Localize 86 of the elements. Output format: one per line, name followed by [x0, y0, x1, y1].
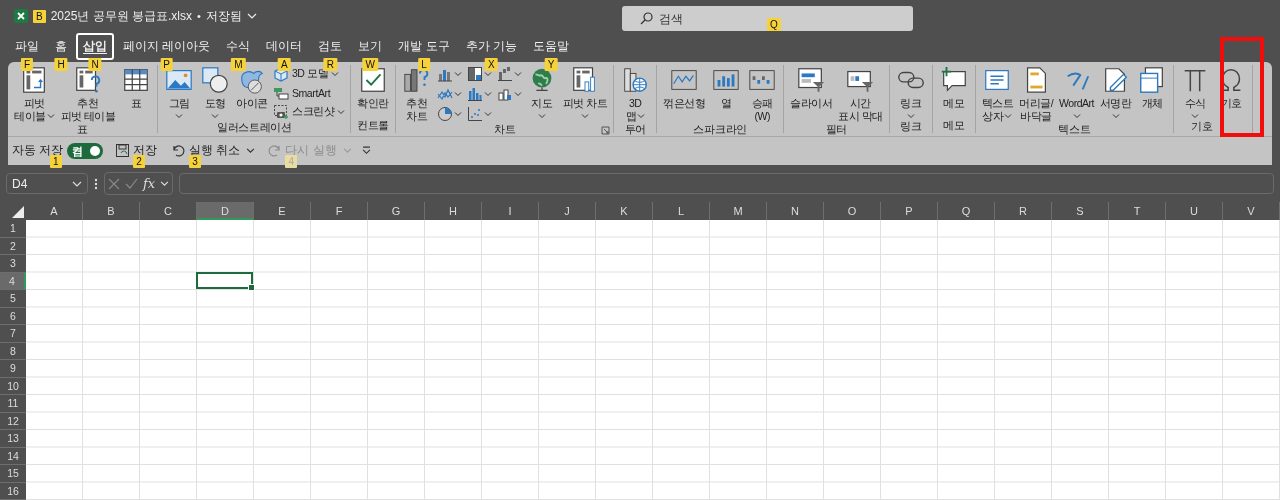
insert-function-button[interactable]: fx: [143, 176, 156, 192]
ribbon-tab[interactable]: 수식: [219, 32, 258, 60]
ribbon-button[interactable]: 스크린샷: [270, 103, 348, 121]
ribbon-tab[interactable]: 파일: [8, 32, 46, 60]
ribbon-tab[interactable]: 데이터: [259, 32, 310, 60]
ribbon-button[interactable]: 텍스트 상자: [978, 64, 1017, 123]
keytip: Q: [767, 18, 781, 31]
keytip: B: [33, 9, 46, 23]
ribbon-button[interactable]: 개체: [1134, 64, 1171, 110]
ribbon-tab[interactable]: 추가 기능: [458, 32, 525, 60]
combo-chart-icon: [496, 86, 513, 103]
app-icon: [14, 9, 28, 24]
group-label: 차트: [493, 122, 516, 137]
diagram-icon: [272, 85, 289, 102]
file-name: 2025년 공무원 봉급표.xlsx: [50, 7, 193, 25]
keytip: Y: [544, 57, 558, 71]
shapes-icon: [200, 64, 231, 95]
scatter-chart-icon: [466, 106, 483, 123]
keytip: F: [20, 57, 34, 71]
save-status: 저장됨: [205, 7, 242, 25]
formula-input[interactable]: [179, 173, 1274, 195]
group-label: 텍스트: [1058, 122, 1091, 137]
ribbon-button[interactable]: 표: [118, 64, 155, 110]
column-header[interactable]: D: [197, 202, 254, 220]
column-chart-icon: [466, 86, 483, 103]
waterfall-chart-icon: [496, 66, 513, 83]
ribbon-button[interactable]: 3D 맵: [617, 64, 654, 123]
ribbon-button[interactable]: 서명란: [1096, 64, 1135, 120]
keytip: H: [54, 57, 68, 71]
undo-icon: [171, 143, 187, 159]
ribbon-button[interactable]: 수식: [1177, 64, 1214, 120]
ribbon-button[interactable]: 꺾은선형: [660, 64, 709, 110]
ribbon-tab[interactable]: 개발 도구: [391, 32, 457, 60]
customize-toolbar-icon[interactable]: [361, 146, 371, 156]
ribbon-button[interactable]: 도형: [197, 64, 234, 120]
keytip: L: [418, 57, 430, 71]
separator-dot: •: [197, 10, 201, 23]
ribbon-button[interactable]: 링크: [892, 64, 929, 120]
ribbon-button[interactable]: SmartArt: [270, 84, 348, 102]
group-label: 스파크라인: [693, 122, 747, 137]
group-label: 표: [77, 122, 89, 137]
ribbon-button[interactable]: 승패 (W): [744, 64, 781, 123]
save-icon: [115, 143, 131, 159]
keytip: R: [323, 57, 337, 71]
group-label: 컨트롤: [357, 118, 390, 133]
keytip: A: [278, 57, 291, 71]
group-label: 기호: [1191, 119, 1213, 134]
group-label: 필터: [825, 122, 848, 137]
caret-icon[interactable]: [160, 179, 170, 189]
group-label: 투어: [624, 122, 646, 137]
autosave-toggle[interactable]: 켬: [67, 142, 104, 159]
treemap-icon: [466, 66, 483, 83]
ribbon-tab[interactable]: 도움말: [526, 32, 577, 60]
keytip: 2: [133, 155, 145, 169]
group-label: 일러스트레이션: [216, 120, 292, 135]
search-icon: [640, 12, 653, 25]
group-label: 메모: [942, 118, 965, 133]
name-box[interactable]: D4: [6, 173, 88, 195]
keytip: X: [485, 57, 498, 71]
keytip: 4: [285, 155, 297, 169]
dialog-launcher-icon[interactable]: [601, 125, 611, 135]
ribbon-tab[interactable]: 페이지 레이아웃: [116, 32, 218, 60]
pie-chart-icon: [436, 106, 453, 123]
ribbon-button[interactable]: 슬라이서: [787, 64, 836, 110]
keytip: P: [160, 57, 173, 71]
more-icon[interactable]: [94, 177, 98, 190]
ribbon-tab[interactable]: 검토: [311, 32, 350, 60]
ribbon-tab[interactable]: 홈: [48, 32, 74, 60]
ribbon-button[interactable]: 메모: [935, 64, 972, 110]
selected-cell[interactable]: [196, 271, 253, 289]
ribbon-button[interactable]: 열: [708, 64, 745, 110]
caret-icon[interactable]: [246, 146, 256, 156]
ribbon-button[interactable]: 머리글/ 바닥글: [1016, 64, 1057, 123]
keytip: W: [362, 57, 379, 71]
ribbon-button[interactable]: 시간 표시 막대: [835, 64, 886, 123]
group-label: 링크: [899, 119, 922, 134]
ribbon-button[interactable]: 피벗 차트: [559, 64, 611, 120]
keytip: 1: [50, 154, 62, 168]
redo-icon: [267, 143, 283, 159]
screenshot-icon: [272, 104, 289, 121]
select-all-icon[interactable]: [12, 206, 24, 218]
keytip: N: [88, 57, 102, 71]
keytip: M: [231, 57, 246, 71]
ribbon-button[interactable]: WordArt: [1056, 64, 1097, 120]
keytip: 3: [189, 155, 201, 169]
ribbon-tab[interactable]: 보기: [351, 32, 390, 60]
